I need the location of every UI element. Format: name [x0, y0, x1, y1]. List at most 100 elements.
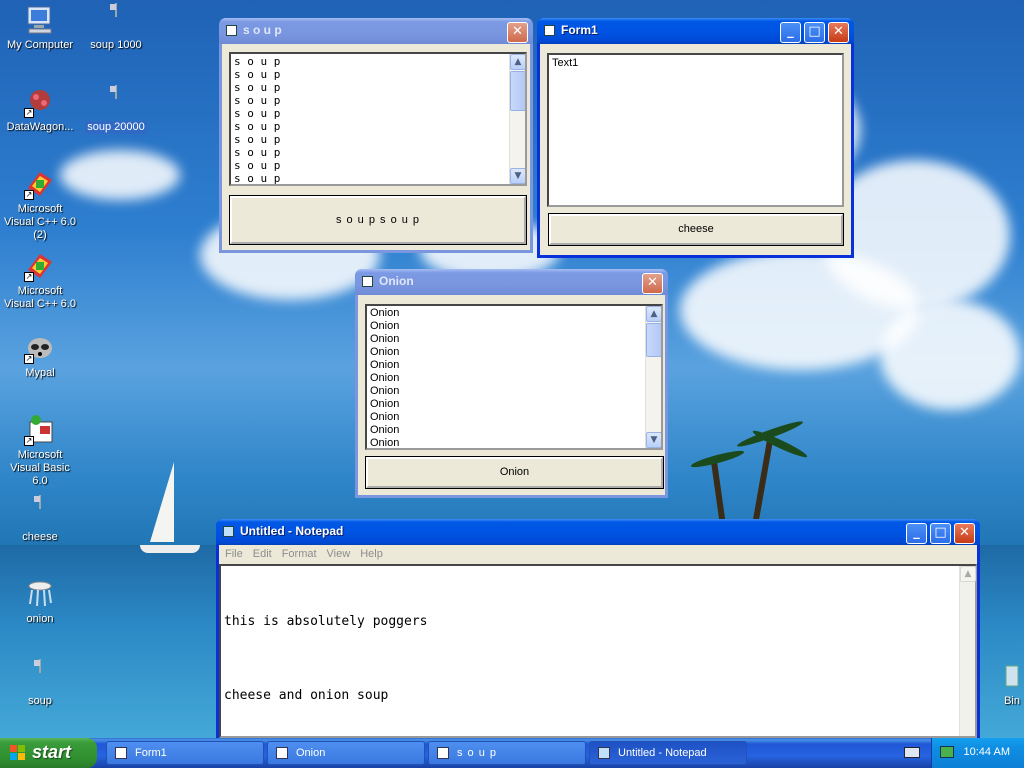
file-icon: [24, 659, 56, 692]
system-tray: 10:44 AM: [931, 738, 1024, 768]
form-window-icon: [544, 25, 555, 36]
text1-textbox[interactable]: Text1: [547, 53, 844, 207]
menu-view[interactable]: View: [323, 545, 357, 564]
desktop-icon-visual-cpp-2[interactable]: ↗ Microsoft Visual C++ 6.0 (2): [0, 168, 80, 242]
minimize-button[interactable]: _: [906, 523, 927, 544]
onion-button[interactable]: Onion: [365, 456, 664, 489]
desktop-icon-datawagon[interactable]: ↗ DataWagon...: [0, 86, 80, 134]
maximize-button[interactable]: □: [930, 523, 951, 544]
list-item[interactable]: Onion: [370, 437, 658, 448]
scroll-down-arrow-icon[interactable]: ▼: [510, 168, 525, 184]
desktop-icon-label: soup: [28, 695, 52, 707]
list-item[interactable]: Onion: [370, 424, 658, 437]
notepad-title-bar[interactable]: Untitled - Notepad _ □ ✕: [216, 519, 980, 545]
list-item[interactable]: Onion: [370, 333, 658, 346]
list-item[interactable]: s o u p: [234, 120, 522, 133]
vertical-scrollbar[interactable]: ▲ ▼: [645, 306, 661, 448]
taskbar-item-onion[interactable]: Onion: [267, 741, 425, 765]
close-button[interactable]: ✕: [507, 22, 528, 43]
close-button[interactable]: ✕: [954, 523, 975, 544]
list-item[interactable]: s o u p: [234, 55, 522, 68]
onion-list-box[interactable]: Onion Onion Onion Onion Onion Onion Onio…: [365, 304, 663, 450]
notepad-text-area[interactable]: this is absolutely poggers cheese and on…: [219, 564, 977, 738]
desktop-icon-label: DataWagon...: [6, 121, 74, 133]
list-item[interactable]: s o u p: [234, 133, 522, 146]
menu-file[interactable]: File: [221, 545, 249, 564]
menu-edit[interactable]: Edit: [249, 545, 278, 564]
list-item[interactable]: Onion: [370, 346, 658, 359]
close-button[interactable]: ✕: [642, 273, 663, 294]
desktop-icon-label: onion: [26, 613, 54, 625]
desktop-icon-soup-1000[interactable]: soup 1000: [76, 3, 156, 52]
menu-format[interactable]: Format: [278, 545, 323, 564]
scroll-up-arrow-icon[interactable]: ▲: [510, 54, 525, 70]
desktop-icon-cheese[interactable]: cheese: [0, 495, 80, 544]
soup-title-bar[interactable]: s o u p ✕: [219, 18, 533, 44]
palm-trunk: [753, 440, 773, 520]
list-item[interactable]: Onion: [370, 372, 658, 385]
window-title: Onion: [379, 274, 414, 288]
list-item[interactable]: s o u p: [234, 68, 522, 81]
list-item[interactable]: Onion: [370, 398, 658, 411]
onion-title-bar[interactable]: Onion ✕: [355, 269, 668, 295]
list-item[interactable]: s o u p: [234, 159, 522, 172]
soup-window[interactable]: s o u p ✕ s o u p s o u p s o u p s o u …: [219, 18, 533, 253]
maximize-button[interactable]: □: [804, 22, 825, 43]
desktop-icon-onion[interactable]: onion: [0, 578, 80, 626]
scroll-up-arrow-icon[interactable]: ▲: [960, 566, 976, 582]
desktop-icon-label: cheese: [22, 531, 58, 543]
list-item[interactable]: s o u p: [234, 94, 522, 107]
file-icon: [100, 3, 132, 36]
notepad-icon: [223, 526, 234, 537]
list-item[interactable]: Onion: [370, 307, 658, 320]
desktop-icon-visual-cpp[interactable]: ↗ Microsoft Visual C++ 6.0: [0, 250, 80, 311]
desktop-icon-soup[interactable]: soup: [0, 659, 80, 708]
keyboard-icon[interactable]: [904, 747, 920, 758]
network-icon[interactable]: [940, 746, 954, 758]
desktop-icon-label: My Computer: [6, 39, 74, 51]
vertical-scrollbar[interactable]: ▲ ▼: [509, 54, 525, 184]
onion-window[interactable]: Onion ✕ Onion Onion Onion Onion Onion On…: [355, 269, 668, 498]
notepad-menu-bar: File Edit Format View Help: [219, 545, 977, 564]
form1-window[interactable]: Form1 _ □ ✕ Text1 cheese: [537, 18, 854, 258]
minimize-button[interactable]: _: [780, 22, 801, 43]
desktop-icon-soup-20000[interactable]: soup 20000: [76, 85, 156, 134]
shortcut-arrow-icon: ↗: [24, 354, 34, 364]
soupsoup-button[interactable]: s o u p s o u p: [229, 195, 527, 245]
scrollbar-thumb[interactable]: [510, 71, 525, 111]
desktop-icon-my-computer[interactable]: My Computer: [0, 4, 80, 52]
taskbar-item-form1[interactable]: Form1: [106, 741, 264, 765]
list-item[interactable]: s o u p: [234, 172, 522, 184]
scrollbar-thumb[interactable]: [646, 323, 661, 357]
close-button[interactable]: ✕: [828, 22, 849, 43]
taskbar-item-soup[interactable]: s o u p: [428, 741, 586, 765]
list-item[interactable]: Onion: [370, 320, 658, 333]
taskbar-item-notepad[interactable]: Untitled - Notepad: [589, 741, 747, 765]
menu-help[interactable]: Help: [356, 545, 389, 564]
cheese-button[interactable]: cheese: [548, 213, 844, 246]
vertical-scrollbar[interactable]: ▲: [959, 566, 976, 736]
computer-icon: [24, 4, 56, 36]
soup-list-box[interactable]: s o u p s o u p s o u p s o u p s o u p …: [229, 52, 527, 186]
mypal-browser-icon: ↗: [24, 332, 56, 364]
list-item[interactable]: Onion: [370, 359, 658, 372]
list-item[interactable]: s o u p: [234, 146, 522, 159]
desktop-icon-visual-basic[interactable]: ↗ Microsoft Visual Basic 6.0: [0, 414, 80, 488]
notepad-window[interactable]: Untitled - Notepad _ □ ✕ File Edit Forma…: [216, 519, 980, 738]
list-item[interactable]: Onion: [370, 411, 658, 424]
list-item[interactable]: s o u p: [234, 107, 522, 120]
start-button[interactable]: start: [0, 738, 97, 768]
scroll-down-arrow-icon[interactable]: ▼: [646, 432, 661, 448]
list-item[interactable]: Onion: [370, 385, 658, 398]
form-window-icon: [226, 25, 237, 36]
form1-title-bar[interactable]: Form1 _ □ ✕: [537, 18, 854, 44]
list-item[interactable]: s o u p: [234, 81, 522, 94]
datawagon-icon: ↗: [24, 86, 56, 118]
window-title: Form1: [561, 23, 598, 37]
onion-app-icon: [276, 747, 288, 759]
taskbar-item-label: Form1: [135, 747, 167, 759]
recycle-bin-icon: [990, 660, 1022, 692]
clock[interactable]: 10:44 AM: [964, 746, 1010, 758]
scroll-up-arrow-icon[interactable]: ▲: [646, 306, 661, 322]
desktop-icon-mypal[interactable]: ↗ Mypal: [0, 332, 80, 380]
